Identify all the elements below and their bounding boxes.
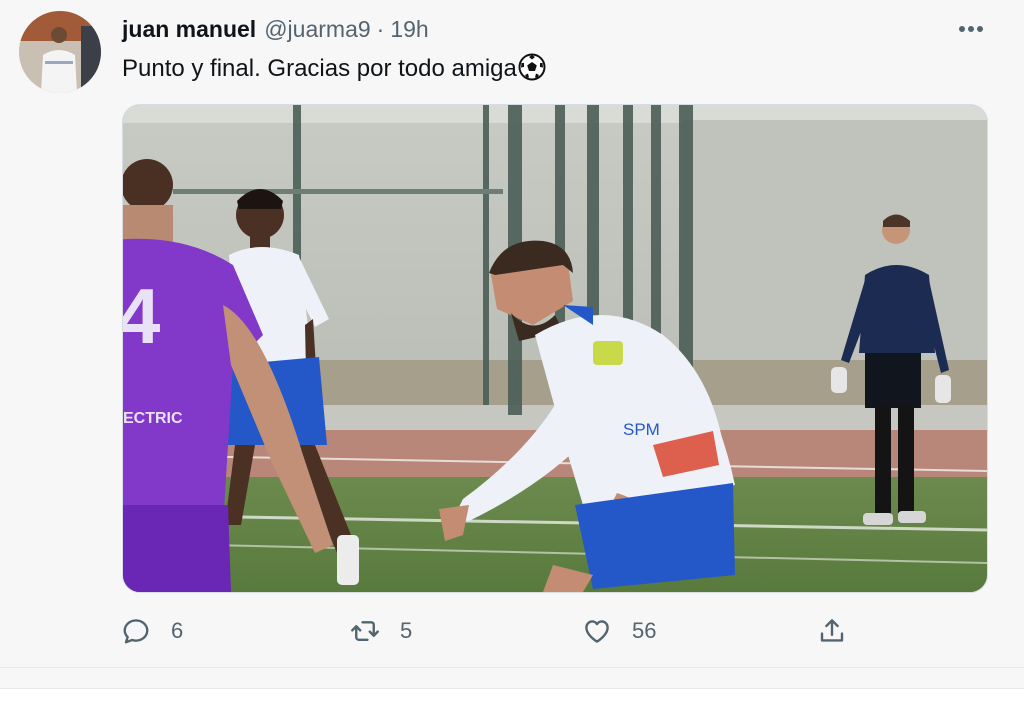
tweet-header: juan manuel @juarma9 · 19h	[122, 16, 429, 46]
tweet-photo[interactable]: 4 ECTRIC SPM	[122, 104, 988, 593]
football-match-photo: 4 ECTRIC SPM	[123, 105, 987, 592]
author-handle[interactable]: @juarma9	[264, 16, 370, 43]
tweet-card[interactable]: juan manuel @juarma9 · 19h Punto y final…	[0, 0, 1024, 668]
retweet-count: 5	[400, 618, 413, 643]
tweet-text-content: Punto y final. Gracias por todo amiga	[122, 55, 517, 82]
like-button[interactable]: 56	[582, 610, 656, 652]
more-options-button[interactable]	[955, 16, 987, 42]
shirt-sponsor: SPM	[623, 420, 660, 439]
reply-icon	[123, 619, 149, 644]
tweet-divider	[0, 667, 1024, 668]
next-tweet-edge	[0, 688, 1024, 714]
like-count: 56	[632, 618, 657, 643]
header-separator: ·	[376, 16, 385, 42]
tweet-timestamp[interactable]: 19h	[390, 16, 428, 43]
share-icon	[820, 619, 844, 642]
author-avatar[interactable]	[19, 11, 101, 93]
share-button[interactable]	[817, 610, 847, 652]
soccer-ball-icon	[518, 53, 546, 88]
more-dots-icon	[959, 26, 983, 32]
reply-button[interactable]: 6	[121, 610, 183, 652]
tweet-text: Punto y final. Gracias por todo amiga	[122, 53, 546, 88]
retweet-button[interactable]: 5	[350, 610, 412, 652]
tweet-actions: 6 5 56	[0, 610, 1024, 652]
jersey-number: 4	[123, 272, 160, 360]
retweet-icon	[351, 621, 379, 641]
avatar-photo	[19, 11, 101, 93]
author-name[interactable]: juan manuel	[122, 16, 256, 43]
reply-count: 6	[171, 618, 184, 643]
jersey-sponsor: ECTRIC	[123, 410, 183, 427]
heart-icon	[585, 620, 609, 643]
